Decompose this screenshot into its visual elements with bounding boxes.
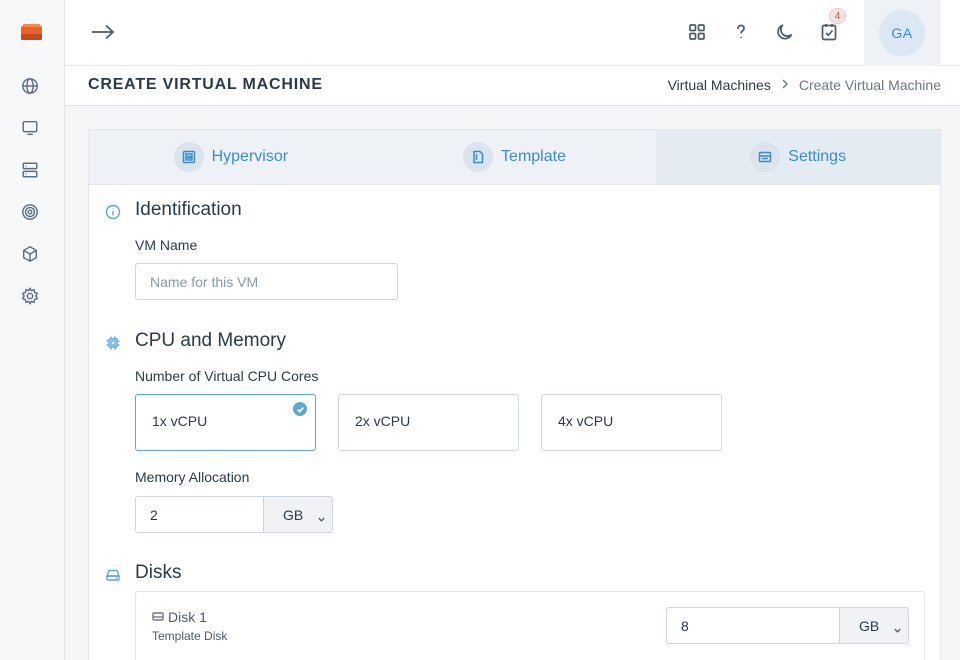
memory-input[interactable]: [135, 496, 264, 533]
chevron-right-icon: [781, 78, 789, 92]
disk-size-input[interactable]: [666, 607, 840, 644]
apps-grid-icon[interactable]: [685, 20, 709, 44]
server-icon[interactable]: [20, 160, 40, 180]
cpu-option-label: 2x vCPU: [355, 413, 411, 429]
package-icon[interactable]: [20, 244, 40, 264]
cpu-option-4x[interactable]: 4x vCPU: [541, 394, 722, 451]
memory-allocation-label: Memory Allocation: [135, 469, 250, 485]
globe-icon[interactable]: [20, 76, 40, 96]
create-vm-panel: Hypervisor Template Settings Identificat…: [88, 129, 941, 660]
cpu-cores-label: Number of Virtual CPU Cores: [135, 368, 319, 384]
memory-unit-value: GB: [283, 506, 304, 523]
disk-card: Disk 1 Template Disk GB: [135, 591, 925, 660]
memory-unit-select[interactable]: GB: [264, 496, 333, 533]
arrow-right-icon[interactable]: [91, 20, 117, 44]
breadcrumb-parent-link[interactable]: Virtual Machines: [668, 77, 771, 93]
cpu-chip-icon: [105, 335, 121, 351]
avatar[interactable]: GA: [879, 10, 925, 56]
target-icon[interactable]: [20, 202, 40, 222]
tab-label: Settings: [788, 148, 847, 165]
breadcrumb-current: Create Virtual Machine: [798, 77, 941, 93]
avatar-area: GA: [864, 0, 940, 66]
template-icon: [463, 142, 494, 172]
cpu-option-2x[interactable]: 2x vCPU: [338, 394, 519, 451]
stack-logo-icon[interactable]: [20, 22, 43, 42]
chevron-down-icon: [317, 511, 326, 522]
gear-icon[interactable]: [20, 286, 40, 306]
disk-subtitle: Template Disk: [152, 629, 228, 643]
hypervisor-icon: [173, 142, 204, 172]
cpu-option-label: 4x vCPU: [558, 413, 614, 429]
tab-hypervisor[interactable]: Hypervisor: [89, 130, 373, 184]
disk-unit-select[interactable]: GB: [840, 607, 909, 644]
settings-icon: [750, 142, 781, 172]
tab-label: Template: [501, 148, 566, 165]
disk-name-label: Disk 1: [168, 609, 207, 625]
moon-icon[interactable]: [773, 20, 797, 44]
section-title-identification: Identification: [135, 199, 242, 220]
cpu-option-label: 1x vCPU: [152, 413, 208, 429]
disk-icon: [152, 609, 164, 625]
page-header: CREATE VIRTUAL MACHINE Virtual Machines …: [65, 66, 960, 106]
section-title-cpu-memory: CPU and Memory: [135, 330, 286, 351]
help-icon[interactable]: [729, 20, 753, 44]
tab-label: Hypervisor: [211, 148, 289, 165]
page-title: CREATE VIRTUAL MACHINE: [88, 76, 323, 93]
disk-unit-value: GB: [859, 617, 880, 634]
sidebar: [0, 0, 65, 660]
vm-name-label: VM Name: [135, 237, 198, 253]
check-circle-icon: [293, 402, 307, 416]
monitor-icon[interactable]: [20, 118, 40, 138]
tab-settings[interactable]: Settings: [656, 130, 941, 184]
chevron-down-icon: [893, 622, 902, 633]
hard-drive-icon: [105, 567, 121, 583]
tab-template[interactable]: Template: [373, 130, 657, 184]
wizard-tabs: Hypervisor Template Settings: [89, 130, 941, 185]
breadcrumb: Virtual Machines Create Virtual Machine: [668, 77, 941, 93]
vm-name-input[interactable]: [135, 263, 398, 300]
notification-badge: 4: [829, 8, 846, 24]
topbar: 4 GA: [65, 0, 960, 66]
disk-name: Disk 1: [152, 609, 207, 625]
info-icon: [105, 204, 121, 220]
cpu-option-1x[interactable]: 1x vCPU: [135, 394, 316, 451]
section-title-disks: Disks: [135, 562, 182, 583]
